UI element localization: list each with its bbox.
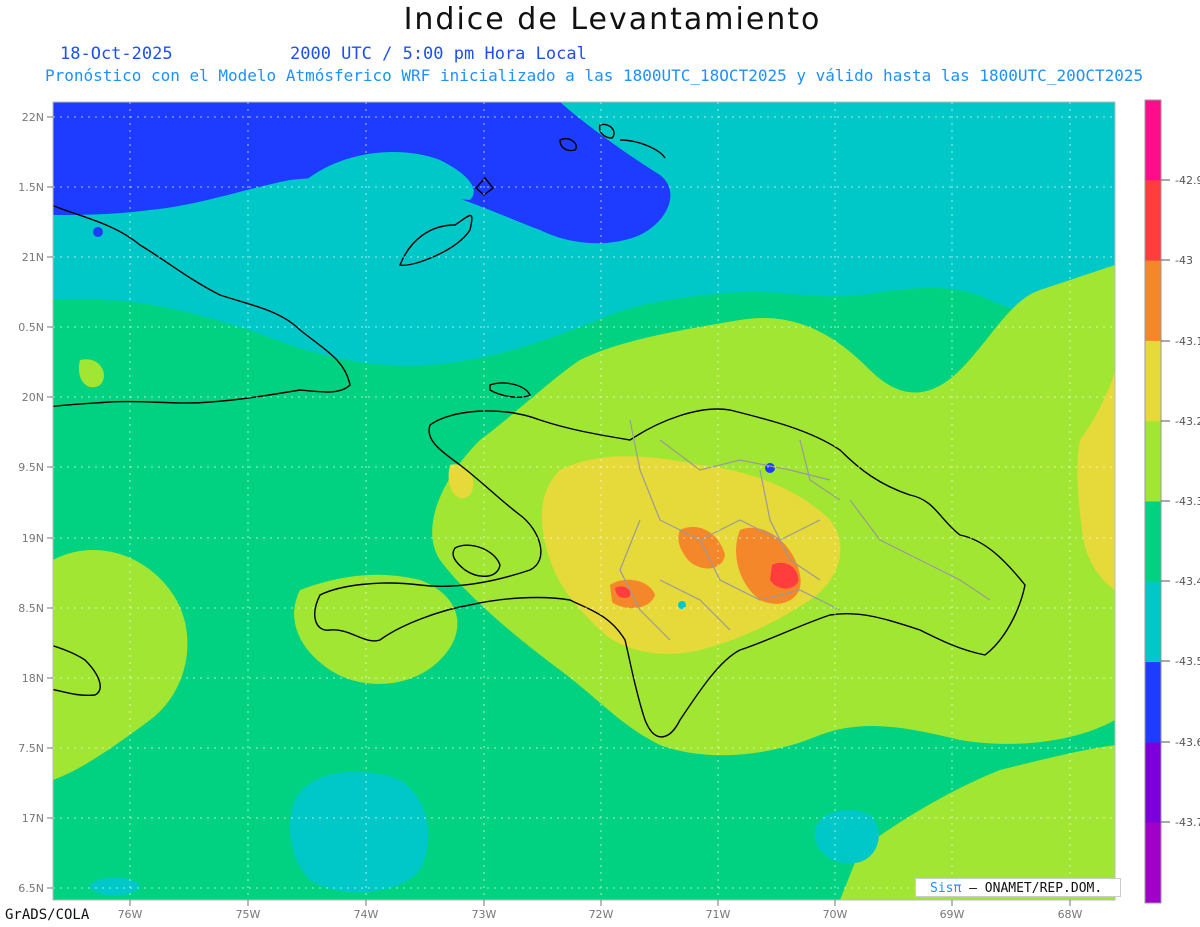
lon-label: 69W xyxy=(940,908,965,921)
colorbar-label: -43.5 xyxy=(1175,655,1200,668)
lat-label: 0.5N xyxy=(18,321,44,334)
lat-label: 19N xyxy=(22,532,44,545)
lat-label: 8.5N xyxy=(18,602,44,615)
lat-label: 9.5N xyxy=(18,461,44,474)
lat-axis: 22N 1.5N 21N 0.5N 20N 9.5N 19N 8.5N 18N … xyxy=(18,111,53,895)
colorbar-block xyxy=(1145,822,1161,904)
colorbar-label: -43.3 xyxy=(1175,495,1200,508)
colorbar: -42.9 -43 -43.1 -43.2 -43.3 -43.4 -43.5 … xyxy=(1144,99,1200,904)
lat-label: 20N xyxy=(22,391,44,404)
lon-label: 74W xyxy=(354,908,379,921)
lat-label: 21N xyxy=(22,251,44,264)
colorbar-label: -43.4 xyxy=(1175,575,1200,588)
lon-label: 72W xyxy=(589,908,614,921)
lon-label: 71W xyxy=(706,908,731,921)
colorbar-block xyxy=(1145,421,1161,502)
colorbar-block xyxy=(1145,340,1161,422)
lon-label: 73W xyxy=(472,908,497,921)
lat-label: 17N xyxy=(22,812,44,825)
colorbar-block xyxy=(1145,581,1161,663)
map-field xyxy=(53,102,1115,900)
colorbar-block xyxy=(1145,662,1161,743)
sis-logo-text: Sisπ xyxy=(930,881,962,896)
lat-label: 7.5N xyxy=(18,742,44,755)
lon-label: 68W xyxy=(1058,908,1083,921)
lat-label: 6.5N xyxy=(18,882,44,895)
lon-label: 76W xyxy=(118,908,143,921)
colorbar-block xyxy=(1145,180,1161,262)
colorbar-block xyxy=(1145,100,1161,181)
lon-label: 70W xyxy=(823,908,848,921)
lat-label: 22N xyxy=(22,111,44,124)
lat-label: 1.5N xyxy=(18,181,44,194)
onamet-logo: Sisπ – ONAMET/REP.DOM. xyxy=(915,878,1121,897)
colorbar-block xyxy=(1145,260,1161,342)
lifted-index-map: 22N 1.5N 21N 0.5N 20N 9.5N 19N 8.5N 18N … xyxy=(18,99,1200,921)
colorbar-label: -43.7 xyxy=(1175,816,1200,829)
lon-axis: 76W 75W 74W 73W 72W 71W 70W 69W 68W xyxy=(118,900,1083,921)
blue-dot-1 xyxy=(765,463,775,473)
lon-label: 75W xyxy=(236,908,261,921)
lat-label: 18N xyxy=(22,672,44,685)
colorbar-block xyxy=(1145,501,1161,583)
colorbar-label: -43.1 xyxy=(1175,335,1200,348)
colorbar-label: -43.6 xyxy=(1175,736,1200,749)
blue-dot-3 xyxy=(93,227,103,237)
colorbar-label: -43.2 xyxy=(1175,415,1200,428)
colorbar-label: -43 xyxy=(1175,254,1193,267)
colorbar-block xyxy=(1145,742,1161,824)
cyan-blob-south xyxy=(290,771,429,893)
colorbar-label: -42.9 xyxy=(1175,174,1200,187)
onamet-text: – ONAMET/REP.DOM. xyxy=(969,881,1103,896)
colorbar-blocks xyxy=(1145,100,1161,904)
grads-credit: GrADS/COLA xyxy=(5,907,90,923)
